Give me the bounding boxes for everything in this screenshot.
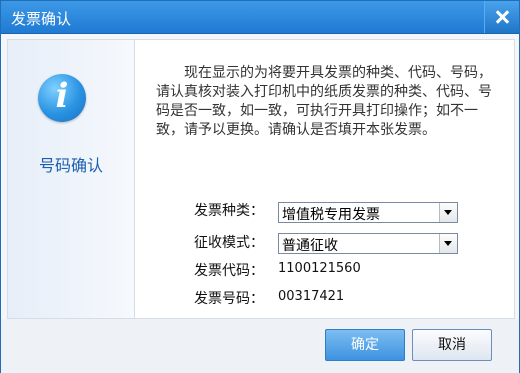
collection-mode-select[interactable]: 普通征收 <box>278 233 458 254</box>
invoice-type-value: 增值税专用发票 <box>282 207 380 223</box>
collection-mode-label: 征收模式： <box>194 235 264 251</box>
chevron-down-icon[interactable] <box>439 234 457 253</box>
dialog-content: i 号码确认 现在显示的为将要开具发票的种类、代码、号码，请认真核对装入打印机中… <box>7 39 515 319</box>
close-icon[interactable] <box>484 1 519 33</box>
invoice-number-label: 发票号码： <box>194 291 264 307</box>
invoice-type-label: 发票种类： <box>194 203 264 219</box>
collection-mode-value: 普通征收 <box>282 238 338 254</box>
window-title: 发票确认 <box>11 10 72 28</box>
invoice-confirm-dialog: 发票确认 i 号码确认 现在显示的为将要开具发票的种类、代码、号码，请认真核对装… <box>0 0 520 373</box>
confirmation-message: 现在显示的为将要开具发票的种类、代码、号码，请认真核对装入打印机中的纸质发票的种… <box>156 65 492 138</box>
chevron-down-icon[interactable] <box>439 203 457 222</box>
cancel-button[interactable]: 取消 <box>412 329 492 361</box>
info-icon-glyph: i <box>55 76 69 116</box>
info-icon: i <box>38 74 86 122</box>
invoice-type-select[interactable]: 增值税专用发票 <box>278 202 458 223</box>
invoice-number-value: 00317421 <box>278 289 345 304</box>
side-panel: i 号码确认 <box>8 40 135 318</box>
invoice-code-value: 1100121560 <box>278 261 361 276</box>
title-bar[interactable]: 发票确认 <box>1 1 519 34</box>
side-panel-label: 号码确认 <box>38 156 103 175</box>
ok-button[interactable]: 确定 <box>325 329 405 361</box>
invoice-code-label: 发票代码： <box>194 263 264 279</box>
